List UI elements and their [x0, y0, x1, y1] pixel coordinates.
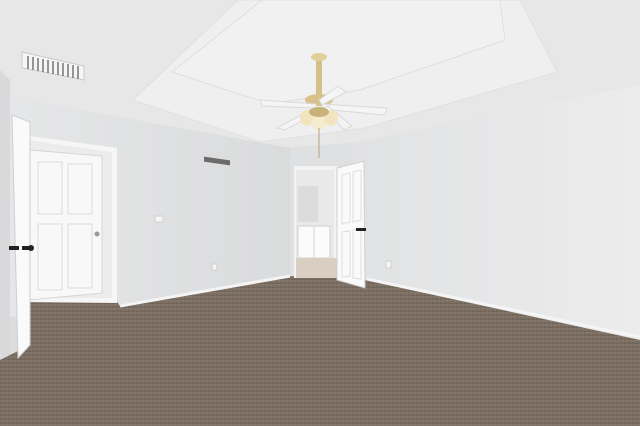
- wall-outlet: [154, 215, 164, 223]
- bathroom-door[interactable]: [336, 160, 366, 289]
- closet-door[interactable]: [29, 149, 103, 301]
- room-photo: [0, 0, 640, 426]
- bathroom-doorway: [294, 166, 338, 278]
- floor-outlet: [211, 263, 218, 271]
- right-outlet: [385, 260, 392, 269]
- closet-door-knob[interactable]: [94, 231, 100, 237]
- closet-doorway: [22, 135, 117, 303]
